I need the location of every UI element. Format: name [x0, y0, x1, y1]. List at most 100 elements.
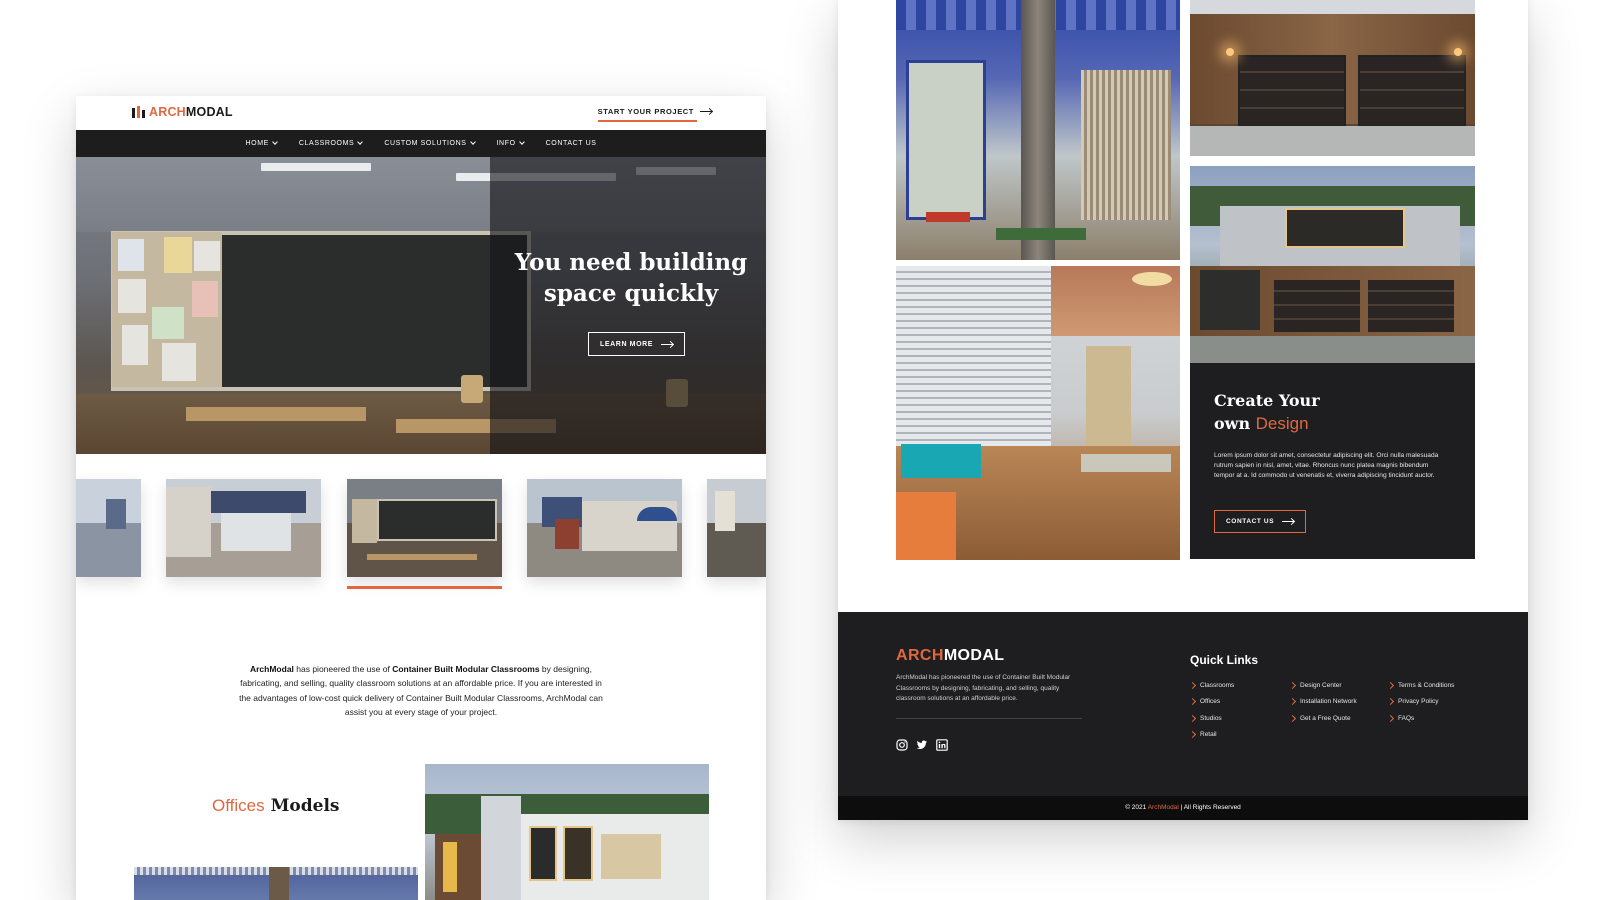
photo-detail — [1132, 272, 1172, 286]
photo-detail — [906, 60, 986, 220]
footer-logo[interactable]: ARCHMODAL — [896, 647, 1004, 665]
models-word: Models — [270, 796, 340, 816]
thumb-umbrella — [637, 507, 677, 521]
contact-us-label: CONTACT US — [1226, 518, 1275, 525]
quick-links-col-3: Terms & Conditions Privacy Policy FAQs — [1388, 677, 1454, 727]
hero-photo-paper — [162, 343, 196, 381]
nav-contact-us[interactable]: CONTACT US — [546, 140, 597, 147]
nav-info-label: INFO — [496, 140, 516, 147]
photo-detail — [926, 212, 970, 222]
carousel-thumb[interactable] — [166, 479, 321, 577]
photo-detail — [269, 867, 289, 900]
gallery-photo-interior[interactable] — [896, 266, 1180, 560]
footer-link-classrooms[interactable]: Classrooms — [1190, 677, 1234, 694]
office-model-photo[interactable] — [425, 764, 709, 900]
carousel-thumb-selected[interactable] — [347, 479, 502, 577]
copyright-suffix: | All Rights Reserved — [1178, 804, 1241, 811]
about-text-1: has pioneered the use of — [293, 664, 393, 674]
homepage-mockup: ARCH MODAL START YOUR PROJECT HOME CLASSR… — [76, 96, 766, 900]
footer-link-privacy[interactable]: Privacy Policy — [1388, 694, 1454, 711]
footer-link-free-quote[interactable]: Get a Free Quote — [1290, 710, 1357, 727]
copyright-bar: © 2021 ArchModal | All Rights Reserved — [838, 796, 1528, 820]
footer-link-label: Get a Free Quote — [1300, 714, 1351, 722]
gallery-photo-garage[interactable] — [1190, 0, 1475, 156]
about-highlight: Container Built Modular Classrooms — [392, 664, 540, 674]
nav-classrooms[interactable]: CLASSROOMS — [298, 139, 364, 147]
photo-detail — [901, 444, 981, 478]
hero-photo-paper — [152, 307, 184, 339]
start-project-label: START YOUR PROJECT — [597, 107, 694, 116]
footer-logo-arch: ARCH — [896, 647, 944, 664]
hero-photo-paper — [192, 281, 218, 317]
contact-us-button[interactable]: CONTACT US — [1214, 510, 1307, 533]
photo-detail — [481, 796, 521, 900]
footer-link-offices[interactable]: Offices — [1190, 694, 1234, 711]
footer-divider — [896, 718, 1082, 719]
learn-more-label: LEARN MORE — [600, 340, 654, 348]
nav-info[interactable]: INFO — [496, 139, 525, 147]
quick-links-col-1: Classrooms Offices Studios Retail — [1190, 677, 1234, 743]
photo-garage-door — [1368, 280, 1454, 332]
photo-detail — [1285, 208, 1405, 248]
logo-arch-text: ARCH — [149, 105, 186, 119]
hero-photo-paper — [122, 325, 148, 365]
instagram-icon[interactable] — [896, 738, 908, 751]
linkedin-icon[interactable] — [936, 738, 948, 751]
start-project-link[interactable]: START YOUR PROJECT — [597, 107, 712, 122]
hero-photo-paper — [194, 241, 220, 271]
models-accent-word: Offices — [212, 796, 265, 815]
carousel-thumb[interactable] — [527, 479, 682, 577]
footer-link-design-center[interactable]: Design Center — [1290, 677, 1357, 694]
create-line1: Create Your — [1214, 391, 1320, 410]
footer-link-studios[interactable]: Studios — [1190, 710, 1234, 727]
chevron-down-icon — [272, 139, 278, 145]
gallery-photo-house[interactable] — [1190, 166, 1475, 363]
photo-detail — [896, 266, 1051, 446]
nav-contact-label: CONTACT US — [545, 140, 597, 147]
hero-title-line2: space quickly — [543, 280, 719, 307]
footer-link-label: Terms & Conditions — [1398, 681, 1455, 689]
quick-links-col-2: Design Center Installation Network Get a… — [1290, 677, 1357, 727]
hero-photo-chair — [461, 375, 483, 403]
nav-classrooms-label: CLASSROOMS — [298, 140, 355, 147]
learn-more-button[interactable]: LEARN MORE — [588, 332, 686, 356]
hero-title-line1: You need building — [514, 249, 748, 276]
arrow-right-icon — [661, 343, 674, 345]
site-logo[interactable]: ARCH MODAL — [132, 105, 233, 119]
carousel-thumb[interactable] — [707, 479, 766, 577]
footer-link-faqs[interactable]: FAQs — [1388, 710, 1454, 727]
twitter-icon[interactable] — [916, 738, 928, 750]
gallery-photo-atrium[interactable] — [896, 0, 1180, 260]
nav-custom-solutions-label: CUSTOM SOLUTIONS — [384, 140, 467, 147]
nav-home-label: HOME — [245, 140, 269, 147]
photo-detail — [1190, 126, 1475, 156]
footer-logo-modal: MODAL — [943, 647, 1005, 664]
create-line2-accent: Design — [1255, 414, 1309, 433]
photo-tree-trunk — [1021, 0, 1055, 260]
nav-custom-solutions[interactable]: CUSTOM SOLUTIONS — [384, 139, 476, 147]
thumb-window — [221, 513, 291, 551]
logo-mark-icon — [132, 106, 146, 118]
footer-link-installation-network[interactable]: Installation Network — [1290, 694, 1357, 711]
thumb-floor — [76, 523, 141, 577]
create-design-card: Create Your own Design Lorem ipsum dolor … — [1190, 363, 1475, 559]
arrow-right-icon — [1282, 521, 1295, 522]
copyright-brand: ArchModal — [1147, 804, 1179, 811]
nav-home[interactable]: HOME — [245, 139, 278, 147]
photo-detail — [435, 834, 481, 900]
models-heading: Offices Models — [212, 796, 339, 816]
logo-modal-text: MODAL — [185, 105, 233, 119]
footer-link-retail[interactable]: Retail — [1190, 727, 1234, 744]
thumb-detail — [106, 499, 126, 529]
footer-description: ArchModal has pioneered the use of Conta… — [896, 674, 1071, 702]
footer-link-label: FAQs — [1398, 714, 1415, 722]
chevron-down-icon — [469, 139, 476, 145]
footer-link-terms[interactable]: Terms & Conditions — [1388, 677, 1454, 694]
thumb-detail — [715, 491, 735, 531]
photo-detail — [896, 492, 956, 560]
hero-banner: You need building space quickly LEARN MOR… — [76, 157, 766, 454]
office-model-photo[interactable] — [134, 867, 418, 900]
photo-detail — [1226, 48, 1234, 56]
hero-photo-light — [261, 163, 371, 171]
carousel-thumb[interactable] — [76, 479, 141, 577]
